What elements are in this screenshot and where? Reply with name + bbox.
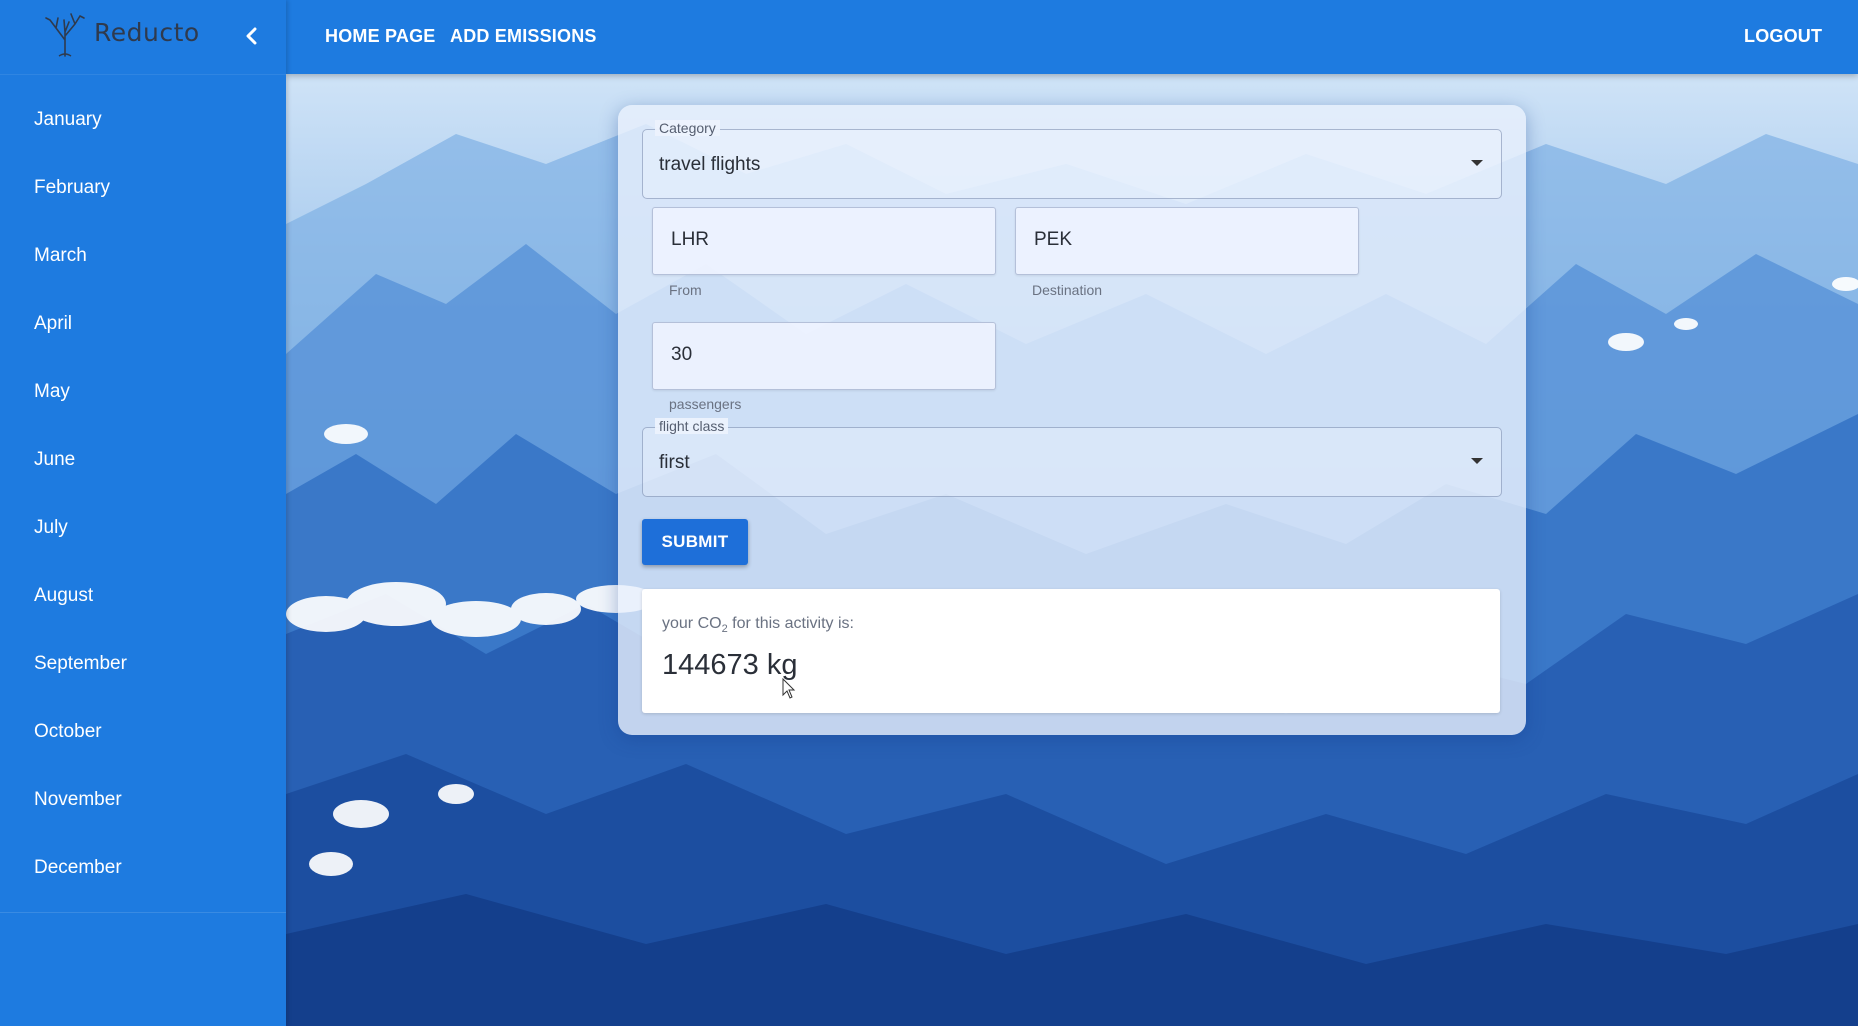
co2-caption-suffix: for this activity is: xyxy=(727,615,854,632)
sidebar-item-january[interactable]: January xyxy=(0,86,286,154)
category-select[interactable]: Category travel flights xyxy=(642,120,1502,199)
flight-class-label: flight class xyxy=(655,418,729,434)
destination-input[interactable] xyxy=(1032,228,1336,252)
co2-caption-prefix: your CO xyxy=(662,615,722,632)
sidebar: Reducto January February March April May… xyxy=(0,0,286,1026)
passengers-field[interactable] xyxy=(652,322,996,390)
sidebar-item-september[interactable]: September xyxy=(0,630,286,698)
sidebar-item-march[interactable]: March xyxy=(0,222,286,290)
dropdown-arrow-icon xyxy=(1471,458,1483,464)
month-list: January February March April May June Ju… xyxy=(0,86,286,902)
sidebar-item-may[interactable]: May xyxy=(0,358,286,426)
co2-result-panel: your CO2 for this activity is: 144673 kg xyxy=(642,589,1500,713)
passengers-input[interactable] xyxy=(669,343,973,367)
co2-result-caption: your CO2 for this activity is: xyxy=(662,615,854,635)
sidebar-item-february[interactable]: February xyxy=(0,154,286,222)
mouse-pointer-icon xyxy=(782,678,796,699)
logout-link[interactable]: LOGOUT xyxy=(1744,26,1822,47)
dropdown-arrow-icon xyxy=(1471,160,1483,166)
flight-class-select[interactable]: flight class first xyxy=(642,418,1502,497)
sidebar-divider xyxy=(0,912,286,913)
add-emission-form-card: Category travel flights From Destination… xyxy=(618,105,1526,735)
category-value: travel flights xyxy=(659,154,761,175)
from-field[interactable] xyxy=(652,207,996,275)
submit-button[interactable]: SUBMIT xyxy=(642,519,748,565)
home-page-link[interactable]: HOME PAGE xyxy=(325,26,435,47)
sidebar-item-december[interactable]: December xyxy=(0,834,286,902)
passengers-helper-text: passengers xyxy=(669,396,742,412)
co2-amount: 144673 kg xyxy=(662,649,798,681)
destination-helper-text: Destination xyxy=(1032,282,1103,298)
sidebar-item-june[interactable]: June xyxy=(0,426,286,494)
sidebar-item-november[interactable]: November xyxy=(0,766,286,834)
add-emissions-link[interactable]: ADD EMISSIONS xyxy=(450,26,597,47)
sidebar-item-october[interactable]: October xyxy=(0,698,286,766)
category-label: Category xyxy=(655,120,720,136)
sidebar-item-august[interactable]: August xyxy=(0,562,286,630)
tree-logo-icon xyxy=(45,13,85,57)
sidebar-item-april[interactable]: April xyxy=(0,290,286,358)
sidebar-item-july[interactable]: July xyxy=(0,494,286,562)
brand: Reducto xyxy=(0,0,286,75)
destination-field[interactable] xyxy=(1015,207,1359,275)
brand-name: Reducto xyxy=(94,18,200,47)
top-app-bar: HOME PAGE ADD EMISSIONS LOGOUT xyxy=(286,0,1858,74)
chevron-left-icon[interactable] xyxy=(240,22,264,50)
from-helper-text: From xyxy=(669,282,702,298)
from-input[interactable] xyxy=(669,228,973,252)
flight-class-value: first xyxy=(659,452,690,473)
